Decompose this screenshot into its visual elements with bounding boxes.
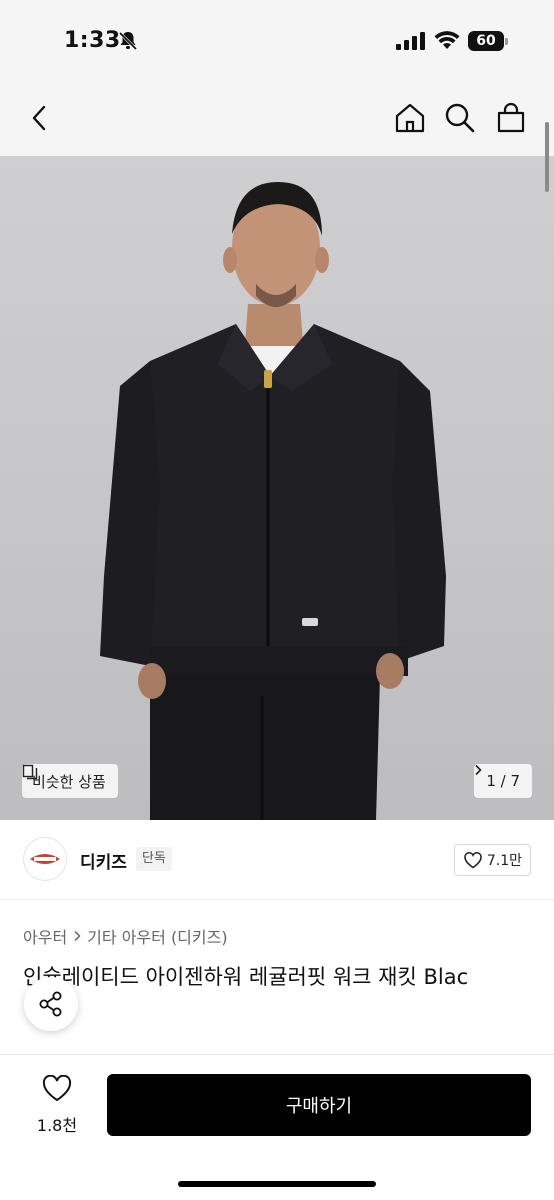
- search-button[interactable]: [442, 100, 478, 136]
- back-button[interactable]: [22, 100, 58, 136]
- status-time: 1:33: [64, 28, 121, 53]
- chevron-right-icon: [74, 930, 81, 942]
- image-page-indicator[interactable]: 1 / 7: [474, 764, 532, 798]
- breadcrumb-item[interactable]: 기타 아우터 (디키즈): [87, 924, 227, 948]
- home-icon: [395, 103, 425, 133]
- brand-name[interactable]: 디키즈: [80, 848, 127, 873]
- scrollbar[interactable]: [545, 122, 549, 192]
- wishlist-button[interactable]: 1.8천: [26, 1074, 88, 1136]
- image-page-count: 1 / 7: [486, 772, 520, 790]
- wishlist-count: 1.8천: [36, 1116, 78, 1135]
- similar-items-icon: [22, 764, 38, 780]
- heart-icon: [42, 1074, 72, 1102]
- similar-products-label: 비슷한 상품: [32, 772, 106, 791]
- similar-products-button[interactable]: 비슷한 상품: [22, 764, 118, 798]
- buy-button[interactable]: 구매하기: [107, 1074, 531, 1136]
- brand-like-count: 7.1만: [486, 853, 522, 869]
- brand-row: 디키즈 단독 7.1만: [0, 820, 554, 900]
- brand-like-button[interactable]: 7.1만: [453, 844, 531, 876]
- chevron-right-icon: [475, 764, 482, 776]
- battery-level: 60: [476, 33, 496, 49]
- product-photo-illustration: [100, 182, 446, 820]
- bell-slash-icon: [118, 31, 138, 51]
- signal-icon: [396, 32, 425, 50]
- battery-indicator: 60: [468, 31, 508, 51]
- bottom-action-bar: 1.8천 구매하기: [0, 1054, 554, 1200]
- heart-icon: [464, 851, 482, 869]
- share-button[interactable]: [24, 977, 78, 1031]
- search-icon: [445, 103, 475, 133]
- cart-button[interactable]: [493, 100, 529, 136]
- product-title: 인슐레이티드 아이젠하워 레귤러핏 워크 재킷 Blac: [23, 965, 469, 989]
- brand-logo[interactable]: [23, 837, 67, 881]
- chevron-left-icon: [32, 105, 46, 131]
- home-indicator[interactable]: [178, 1181, 376, 1187]
- breadcrumb: 아우터 기타 아우터 (디키즈): [23, 924, 228, 948]
- home-button[interactable]: [392, 100, 428, 136]
- exclusive-badge: 단독: [136, 847, 172, 871]
- shopping-bag-icon: [497, 102, 525, 133]
- product-image[interactable]: 비슷한 상품 1 / 7: [0, 156, 554, 820]
- share-icon: [39, 991, 62, 1017]
- wifi-icon: [434, 31, 460, 49]
- breadcrumb-item[interactable]: 아우터: [23, 924, 67, 948]
- status-bar: 1:33 60: [0, 0, 554, 82]
- brand-logo-mark: [30, 854, 60, 864]
- top-nav-bar: [0, 82, 554, 156]
